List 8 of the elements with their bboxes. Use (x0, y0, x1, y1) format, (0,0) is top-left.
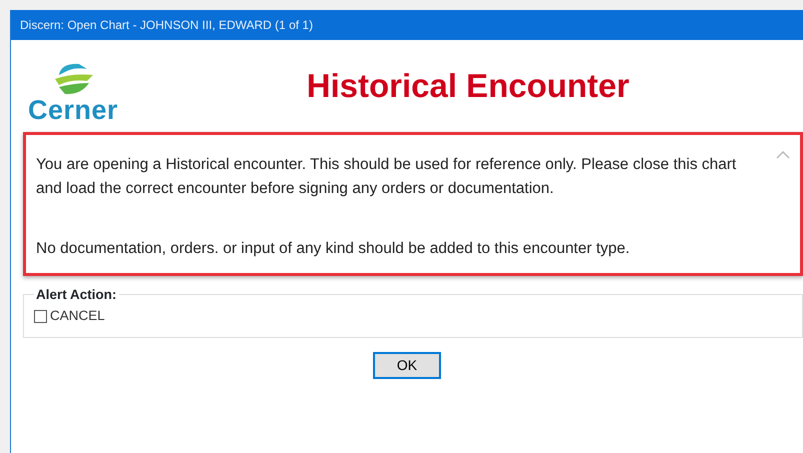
alert-heading: Historical Encounter (306, 67, 630, 104)
message-text: You are opening a Historical encounter. This should be used for reference only. Please close this chart and load the correct encounter before signing any orders or documentation. (36, 155, 738, 199)
cancel-checkbox[interactable]: CANCEL (34, 306, 105, 326)
message-text: No documentation, orders. or input of any kind should be added to this encounter type. (36, 239, 631, 259)
logo-text: Cerner (28, 96, 118, 124)
scroll-up-icon[interactable] (776, 151, 790, 159)
window-title: Discern: Open Chart - JOHNSON III, EDWARD (1 of 1) (11, 10, 803, 40)
ok-button[interactable]: OK (373, 352, 441, 379)
